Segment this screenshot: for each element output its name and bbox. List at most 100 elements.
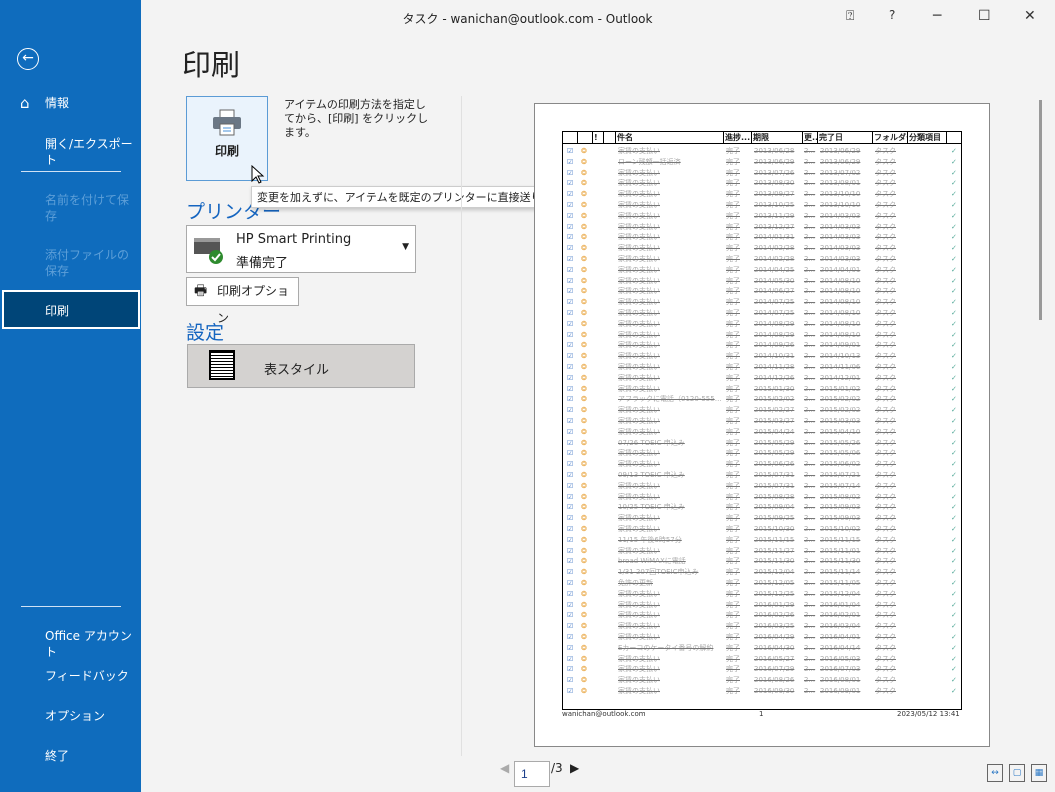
start-cell: 2... — [804, 352, 816, 361]
sidebar-item-label: 印刷 — [45, 304, 70, 318]
start-cell: 2... — [804, 255, 816, 263]
due-date-cell: 2015/02/02 — [754, 395, 795, 404]
flag-complete-icon: ✓ — [951, 503, 957, 512]
actual-size-icon[interactable]: ↔ — [987, 764, 1003, 782]
multiple-pages-icon[interactable]: ▦ — [1031, 764, 1047, 782]
flag-complete-icon: ✓ — [951, 525, 957, 533]
printer-dropdown[interactable]: HP Smart Printing 準備完了 ▼ — [186, 225, 416, 273]
checkbox-icon: ☑ — [567, 676, 574, 685]
column-header — [578, 132, 593, 144]
folder-cell: タスク — [875, 244, 896, 253]
subject-cell: 家賃の支払い — [618, 525, 660, 533]
start-cell: 2... — [804, 373, 816, 382]
sidebar-item-info[interactable]: ⌂ 情報 — [0, 95, 141, 111]
flag-complete-icon: ✓ — [951, 309, 957, 317]
scrollbar-thumb[interactable] — [1039, 100, 1042, 320]
folder-cell: タスク — [875, 417, 896, 425]
subject-cell: アフラックに電話（0120-555-725） — [618, 395, 722, 404]
table-row: ☑ ❂ 家賃の支払い 完了 2016/03/25 2... 2016/03/04 タスク ✓ — [563, 621, 961, 632]
status-cell: 完了 — [726, 471, 740, 479]
due-date-cell: 2015/03/27 — [754, 417, 795, 425]
flag-complete-icon: ✓ — [951, 233, 957, 242]
back-arrow-icon[interactable]: ← — [17, 48, 39, 70]
table-row: ☑ ❂ 家賃の支払い 完了 2015/12/25 2... 2015/12/04 タスク ✓ — [563, 589, 961, 600]
table-row: ☑ ❂ 1/31 207回TOEIC申込み 完了 2015/12/04 2... 2015/… — [563, 567, 961, 578]
flag-complete-icon: ✓ — [951, 168, 957, 177]
due-date-cell: 2014/01/31 — [754, 233, 795, 242]
sidebar-item-label: 情報 — [45, 96, 70, 110]
start-cell: 2... — [804, 406, 816, 415]
start-cell: 2... — [804, 676, 816, 685]
sidebar-item-exit[interactable]: 終了 — [0, 748, 141, 764]
feedback-icon[interactable]: ⍰ — [846, 8, 854, 24]
previous-page-icon[interactable]: ◀ — [500, 761, 509, 775]
subject-cell: 家賃の支払い — [618, 600, 660, 609]
flag-complete-icon: ✓ — [951, 438, 957, 447]
due-date-cell: 2013/06/28 — [754, 147, 795, 155]
status-cell: 完了 — [726, 622, 740, 631]
due-date-cell: 2015/09/04 — [754, 503, 795, 512]
sidebar-item-open-export[interactable]: 開く/エクスポート — [0, 136, 141, 168]
checkbox-icon: ☑ — [567, 492, 574, 501]
checkbox-icon: ☑ — [567, 643, 574, 652]
table-style-button[interactable]: 表スタイル — [187, 344, 415, 388]
sidebar-item-print[interactable]: 印刷 — [2, 290, 140, 329]
subject-cell: 家賃の支払い — [618, 460, 660, 469]
flag-complete-icon: ✓ — [951, 417, 957, 425]
sidebar-item-feedback[interactable]: フィードバック — [0, 668, 141, 684]
table-row: ☑ ❂ 家賃の支払い 完了 2015/01/30 2... 2015/01/02 タスク ✓ — [563, 384, 961, 395]
complete-date-cell: 2014/03/03 — [820, 255, 861, 263]
start-cell: 2... — [804, 276, 816, 285]
divider — [21, 606, 121, 607]
folder-cell: タスク — [875, 611, 896, 620]
due-date-cell: 2015/07/31 — [754, 471, 795, 479]
complete-date-cell: 2013/06/29 — [820, 157, 861, 166]
checkbox-icon: ☑ — [567, 222, 574, 231]
subject-cell: 家賃の支払い — [618, 589, 660, 598]
help-button[interactable]: ? — [889, 8, 895, 22]
chevron-down-icon: ▼ — [402, 242, 409, 252]
subject-cell: 家賃の支払い — [618, 546, 660, 555]
checkbox-icon: ☑ — [567, 600, 574, 609]
task-icon: ❂ — [581, 427, 587, 436]
close-button[interactable]: ✕ — [1024, 8, 1036, 24]
subject-cell: 家賃の支払い — [618, 168, 660, 177]
status-cell: 完了 — [726, 427, 740, 436]
printer-status: 準備完了 — [236, 256, 289, 271]
start-cell: 2... — [804, 222, 816, 231]
next-page-icon[interactable]: ▶ — [570, 761, 579, 775]
subject-cell: 家賃の支払い — [618, 676, 660, 685]
table-row: ☑ ❂ 家賃の支払い 完了 2016/09/30 2... 2016/09/01 タスク ✓ — [563, 686, 961, 697]
print-options-button[interactable]: 🖶 印刷オプション — [186, 277, 299, 325]
one-page-icon[interactable]: ▢ — [1009, 764, 1025, 782]
sidebar-item-options[interactable]: オプション — [0, 708, 141, 724]
due-date-cell: 2016/01/29 — [754, 600, 795, 609]
task-icon: ❂ — [581, 438, 587, 447]
due-date-cell: 2016/04/30 — [754, 643, 795, 652]
checkbox-icon: ☑ — [567, 244, 574, 253]
table-row: ☑ ❂ 家賃の支払い 完了 2014/08/29 2... 2014/08/10 タスク ✓ — [563, 330, 961, 341]
complete-date-cell: 2015/11/30 — [820, 557, 861, 566]
page-number-input[interactable] — [514, 761, 550, 787]
maximize-button[interactable]: ☐ — [978, 8, 991, 24]
flag-complete-icon: ✓ — [951, 449, 957, 458]
due-date-cell: 2015/01/30 — [754, 384, 795, 393]
home-icon: ⌂ — [20, 94, 30, 112]
complete-date-cell: 2016/07/03 — [820, 665, 861, 674]
table-style-icon — [209, 350, 235, 380]
folder-cell: タスク — [875, 406, 896, 415]
task-icon: ❂ — [581, 168, 587, 177]
flag-complete-icon: ✓ — [951, 665, 957, 674]
divider — [21, 171, 121, 172]
sidebar-item-office-account[interactable]: Office アカウント — [0, 628, 141, 660]
complete-date-cell: 2014/08/10 — [820, 319, 861, 328]
status-cell: 完了 — [726, 179, 740, 188]
checkbox-icon: ☑ — [567, 611, 574, 620]
column-header: 期限 — [752, 132, 803, 144]
flag-complete-icon: ✓ — [951, 179, 957, 188]
status-cell: 完了 — [726, 406, 740, 415]
complete-date-cell: 2014/03/03 — [820, 211, 861, 220]
minimize-button[interactable]: ─ — [933, 8, 941, 24]
column-header: 分類項目 — [908, 132, 947, 144]
status-cell: 完了 — [726, 352, 740, 361]
